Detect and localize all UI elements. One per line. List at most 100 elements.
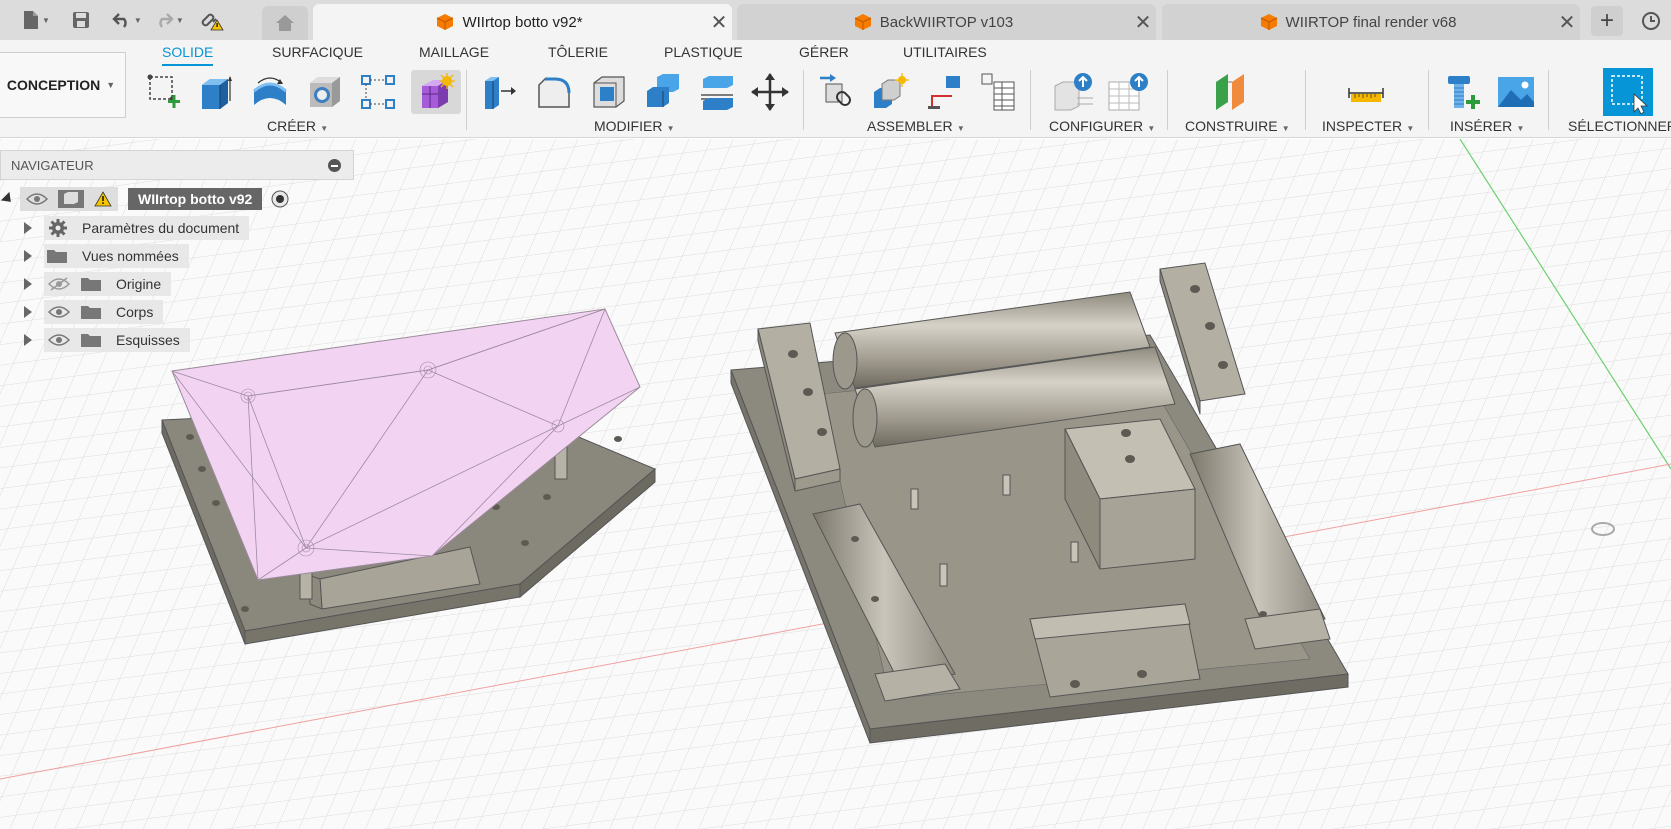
insert-mcmaster-icon[interactable] (1442, 70, 1484, 114)
navigator-item-vues[interactable]: Vues nommées (24, 244, 189, 268)
navigator-root-item[interactable]: WIIrtop botto v92 (0, 187, 290, 211)
chevron-down-icon: ▼ (106, 80, 116, 90)
item-pill: Origine (44, 272, 172, 296)
eye-icon[interactable] (48, 305, 70, 319)
home-tab[interactable] (262, 6, 308, 40)
workspace-switcher[interactable]: CONCEPTION ▼ (0, 52, 126, 118)
item-label: Vues nommées (82, 248, 179, 264)
eye-icon[interactable] (26, 192, 48, 206)
extrude-icon[interactable] (194, 70, 236, 114)
press-pull-icon[interactable] (478, 70, 520, 114)
eye-hidden-icon[interactable] (48, 277, 70, 291)
quick-access-toolbar: ▼ ▼ ▼ (0, 0, 228, 40)
ribbon-separator (1305, 70, 1306, 130)
plus-icon[interactable]: + (1591, 6, 1623, 36)
form-icon[interactable] (411, 70, 461, 114)
offset-plane-icon[interactable] (1212, 70, 1254, 114)
group-creer[interactable]: CRÉER ▼ (267, 118, 328, 134)
joint-icon[interactable] (869, 70, 911, 114)
pattern-icon[interactable] (357, 70, 399, 114)
folder-icon (81, 278, 101, 291)
model-canvas[interactable] (0, 139, 1671, 829)
undo-icon[interactable]: ▼ (108, 0, 146, 40)
ribbon-separator (466, 70, 467, 130)
tab-label: BackWIIRTOP v103 (879, 13, 1014, 31)
create-sketch-icon[interactable] (144, 70, 186, 114)
navigator-item-corps[interactable]: Corps (24, 300, 164, 324)
group-modifier[interactable]: MODIFIER ▼ (594, 118, 675, 134)
tab-utilitaires[interactable]: UTILITAIRES (903, 44, 987, 66)
document-tab[interactable]: WIIRTOP final render v68 ✕ (1162, 4, 1580, 40)
ribbon-separator (1030, 70, 1031, 130)
title-tab-bar: ▼ ▼ ▼ WIIrtop botto v92* ✕ BackWIIRTOP v… (0, 0, 1671, 40)
item-label: Corps (116, 304, 154, 320)
measure-icon[interactable] (1345, 70, 1387, 114)
navigator-item-esquisses[interactable]: Esquisses (24, 328, 190, 352)
navigator-panel-header[interactable]: NAVIGATEUR (0, 150, 354, 180)
home-icon (276, 15, 294, 31)
eye-icon[interactable] (48, 333, 70, 347)
document-cube-icon (437, 14, 454, 30)
combine-icon[interactable] (642, 70, 684, 114)
document-cube-icon (1260, 14, 1277, 30)
tab-label: WIIRTOP final render v68 (1285, 13, 1457, 31)
link-warning-icon[interactable] (196, 0, 228, 40)
close-tab-icon[interactable]: ✕ (706, 10, 732, 35)
expand-triangle-icon[interactable] (24, 278, 32, 290)
redo-icon[interactable]: ▼ (150, 0, 188, 40)
tab-plastique[interactable]: PLASTIQUE (664, 44, 743, 66)
group-assembler[interactable]: ASSEMBLER ▼ (867, 118, 965, 134)
new-component-icon[interactable] (815, 70, 857, 114)
3d-viewport[interactable] (0, 139, 1671, 829)
expand-triangle-icon[interactable] (24, 306, 32, 318)
configure-table-icon[interactable] (1053, 70, 1095, 114)
root-component-label[interactable]: WIIrtop botto v92 (128, 188, 263, 210)
tab-gerer[interactable]: GÉRER (799, 44, 849, 66)
document-tab[interactable]: BackWIIRTOP v103 ✕ (737, 4, 1156, 40)
align-icon[interactable] (696, 70, 738, 114)
configure-rules-icon[interactable] (1107, 70, 1149, 114)
navigator-item-origine[interactable]: Origine (24, 272, 172, 296)
gear-icon (49, 219, 67, 237)
select-icon[interactable] (1603, 68, 1653, 116)
folder-icon (81, 306, 101, 319)
tab-solide[interactable]: SOLIDE (162, 44, 214, 66)
tab-tolerie[interactable]: TÔLERIE (548, 44, 608, 66)
file-menu-button[interactable]: ▼ (18, 0, 54, 40)
document-tab-active[interactable]: WIIrtop botto v92* ✕ (313, 4, 732, 40)
root-pill (20, 187, 118, 211)
expand-triangle-icon[interactable] (0, 191, 16, 207)
activate-radio-icon[interactable] (270, 189, 290, 209)
save-icon[interactable] (68, 0, 94, 40)
folder-icon (47, 250, 67, 263)
ribbon-separator (1548, 70, 1549, 130)
hole-icon[interactable] (304, 70, 346, 114)
move-icon[interactable] (749, 70, 791, 114)
close-tab-icon[interactable]: ✕ (1554, 10, 1580, 35)
expand-triangle-icon[interactable] (24, 222, 32, 234)
shell-icon[interactable] (588, 70, 630, 114)
clock-icon[interactable] (1636, 6, 1666, 36)
expand-triangle-icon[interactable] (24, 334, 32, 346)
item-label: Origine (116, 276, 162, 292)
group-configurer[interactable]: CONFIGURER ▼ (1049, 118, 1155, 134)
close-tab-icon[interactable]: ✕ (1130, 10, 1156, 35)
bill-of-materials-icon[interactable] (977, 70, 1019, 114)
grid-menu-icon[interactable] (0, 0, 18, 40)
workspace-label: CONCEPTION (6, 77, 101, 93)
group-inserer[interactable]: INSÉRER ▼ (1450, 118, 1524, 134)
group-selectionner[interactable]: SÉLECTIONNER (1568, 118, 1671, 134)
navigator-item-parametres[interactable]: Paramètres du document (24, 216, 250, 240)
folder-icon (81, 334, 101, 347)
insert-canvas-icon[interactable] (1495, 70, 1537, 114)
expand-triangle-icon[interactable] (24, 250, 32, 262)
tab-maillage[interactable]: MAILLAGE (419, 44, 489, 66)
tab-label: WIIrtop botto v92* (462, 13, 583, 31)
tab-surfacique[interactable]: SURFACIQUE (272, 44, 363, 66)
collapse-panel-icon[interactable] (328, 159, 341, 172)
rigid-group-icon[interactable] (923, 70, 965, 114)
fillet-icon[interactable] (533, 70, 575, 114)
group-inspecter[interactable]: INSPECTER ▼ (1322, 118, 1414, 134)
group-construire[interactable]: CONSTRUIRE ▼ (1185, 118, 1290, 134)
revolve-icon[interactable] (249, 70, 291, 114)
